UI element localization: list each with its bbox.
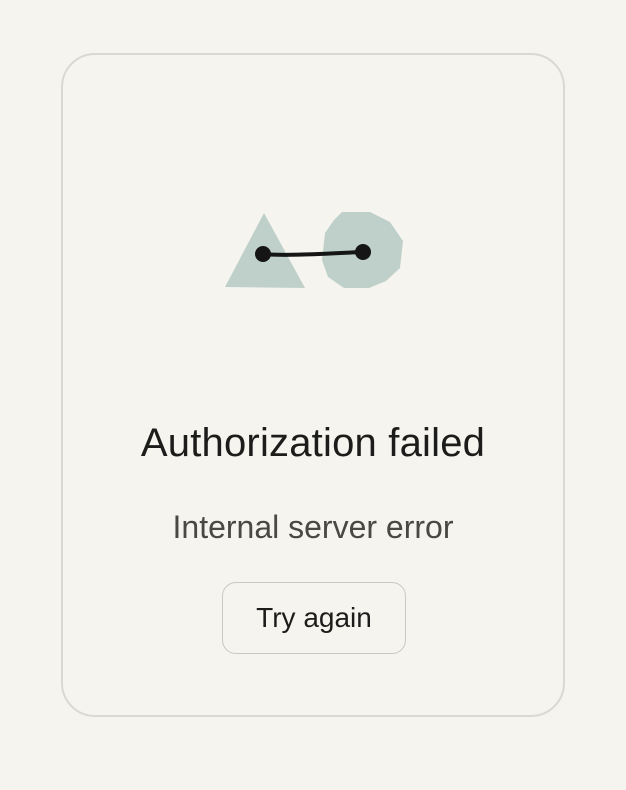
disconnected-shapes-icon — [225, 212, 403, 288]
connector-dot-left — [255, 246, 271, 262]
connector-dot-right — [355, 244, 371, 260]
error-title: Authorization failed — [140, 421, 486, 465]
try-again-button[interactable]: Try again — [222, 582, 406, 654]
error-message: Internal server error — [172, 509, 454, 545]
